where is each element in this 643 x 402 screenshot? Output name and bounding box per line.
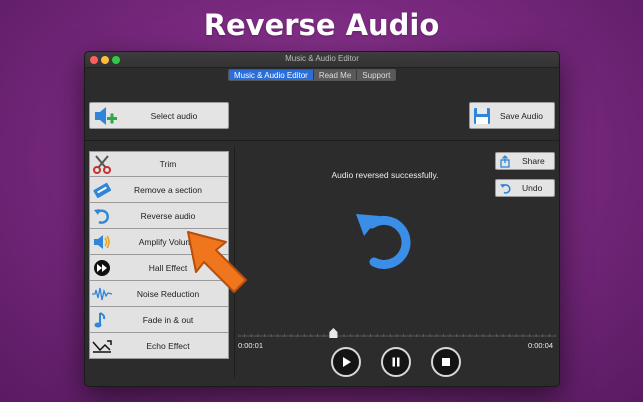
pause-icon: [392, 357, 400, 367]
play-button[interactable]: [331, 347, 361, 377]
waveform-icon: [90, 282, 114, 306]
promo-title: Reverse Audio: [203, 8, 440, 42]
toolbar-divider: [85, 140, 559, 141]
tool-echo-effect-label: Echo Effect: [146, 340, 190, 351]
share-icon: [496, 154, 514, 168]
undo-button[interactable]: Undo: [495, 179, 555, 197]
tab-read-me[interactable]: Read Me: [313, 70, 358, 80]
music-note-icon: [90, 308, 114, 332]
scissors-icon: [90, 152, 114, 176]
tab-music-audio-editor[interactable]: Music & Audio Editor: [229, 70, 314, 80]
speaker-icon: [90, 230, 114, 254]
save-disk-icon: [470, 103, 494, 128]
timeline-slider[interactable]: [238, 328, 556, 340]
tool-trim[interactable]: Trim: [89, 151, 229, 177]
time-start-readout: 0:00:01: [238, 341, 264, 350]
undo-arrow-icon: [90, 204, 114, 228]
status-message: Audio reversed successfully.: [331, 170, 439, 180]
select-audio-button[interactable]: Select audio: [89, 102, 229, 129]
tool-fade-in-out[interactable]: Fade in & out: [89, 307, 229, 333]
tool-fade-in-out-label: Fade in & out: [142, 314, 194, 325]
tab-support[interactable]: Support: [357, 70, 396, 80]
undo-icon: [496, 182, 514, 195]
save-audio-button[interactable]: Save Audio: [469, 102, 555, 129]
select-audio-label: Select audio: [150, 110, 198, 121]
time-end-readout: 0:00:04: [528, 341, 554, 350]
reverse-undo-icon: [356, 214, 411, 269]
share-button[interactable]: Share: [495, 152, 555, 170]
add-audio-icon: [90, 103, 120, 128]
tool-remove-section[interactable]: Remove a section: [89, 177, 229, 203]
window-title: Music & Audio Editor: [285, 54, 359, 63]
pause-button[interactable]: [381, 347, 411, 377]
tool-trim-label: Trim: [159, 159, 177, 169]
playhead-handle: [329, 328, 338, 338]
remove-tag-icon: [90, 178, 114, 202]
stop-button[interactable]: [431, 347, 461, 377]
tool-echo-effect[interactable]: Echo Effect: [89, 333, 229, 359]
tab-bar: Music & Audio Editor Read Me Support: [228, 69, 397, 81]
share-label: Share: [522, 156, 545, 166]
play-icon: [343, 357, 351, 367]
title-bar: Music & Audio Editor: [85, 52, 559, 68]
tool-reverse-audio-label: Reverse audio: [140, 210, 196, 221]
app-window: Music & Audio Editor Music & Audio Edito…: [84, 51, 560, 387]
stop-icon: [442, 358, 450, 366]
fast-forward-icon: [90, 256, 114, 280]
save-audio-label: Save Audio: [500, 110, 544, 121]
echo-icon: [90, 334, 114, 358]
tool-remove-section-label: Remove a section: [133, 184, 203, 195]
undo-label: Undo: [522, 183, 543, 193]
pointer-arrow-icon: [187, 231, 247, 293]
